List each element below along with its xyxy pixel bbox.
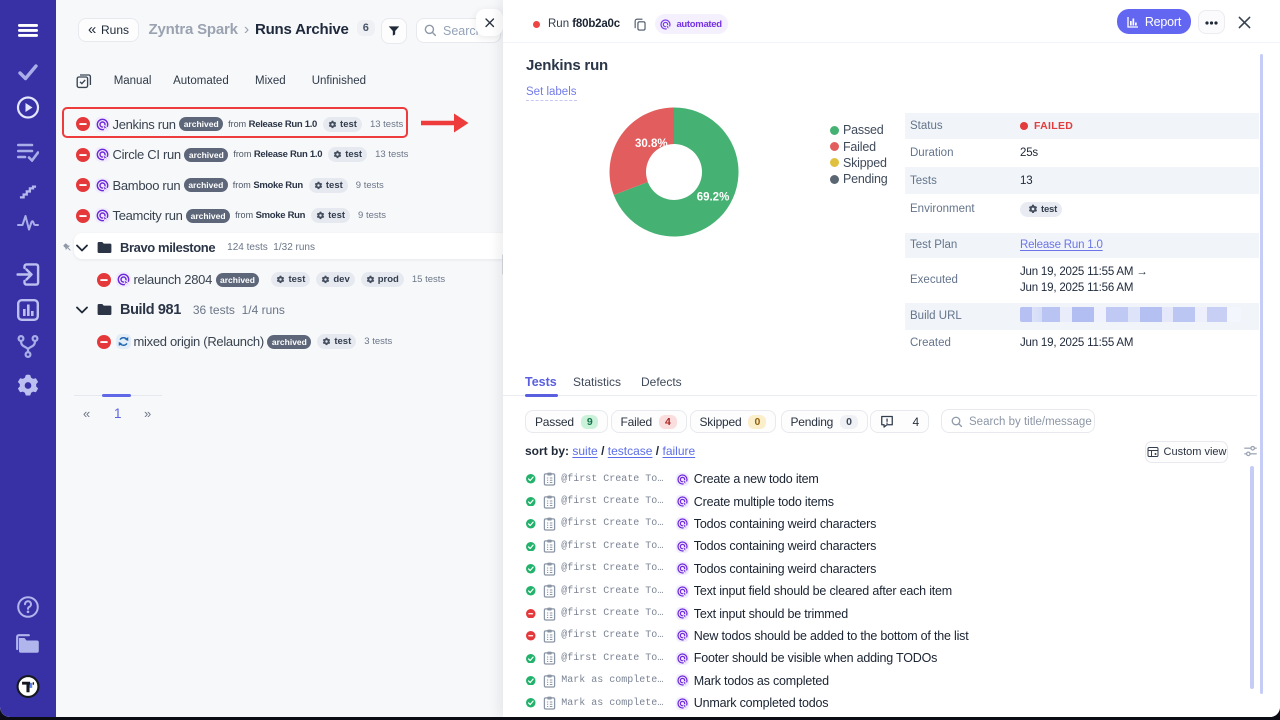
svg-text:69.2%: 69.2%	[697, 192, 730, 204]
svg-text:30.8%: 30.8%	[635, 138, 668, 150]
